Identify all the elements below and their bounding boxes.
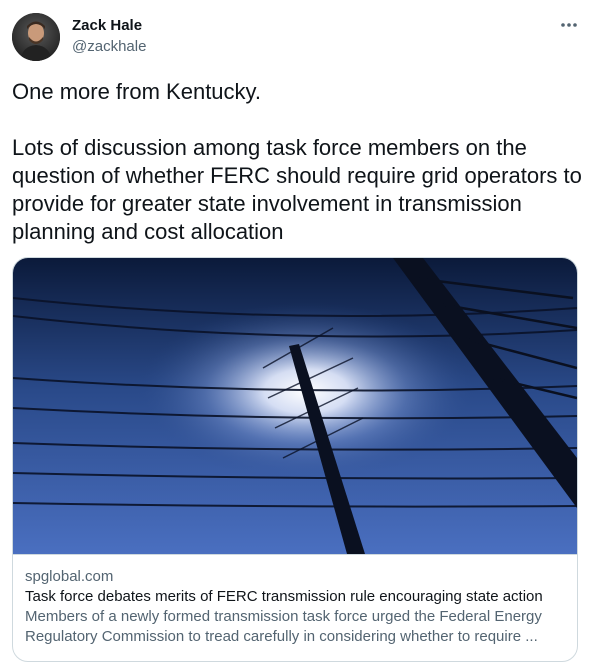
more-horizontal-icon [561,23,577,27]
avatar[interactable] [12,13,60,61]
tweet-text: One more from Kentucky. Lots of discussi… [12,78,582,246]
card-domain: spglobal.com [25,568,114,585]
author-name[interactable]: Zack Hale [72,16,146,36]
author-handle[interactable]: @zackhale [72,37,146,57]
tweet-text-line2: Lots of discussion among task force memb… [12,135,582,244]
card-title: Task force debates merits of FERC transm… [25,588,543,605]
card-description-line2: Regulatory Commission to tread carefully… [25,628,538,645]
link-preview-card[interactable]: spglobal.com Task force debates merits o… [12,257,578,662]
more-options-button[interactable] [556,14,582,36]
card-body: spglobal.com Task force debates merits o… [13,554,577,647]
tweet-text-line1: One more from Kentucky. [12,79,262,104]
card-description-line1: Members of a newly formed transmission t… [25,608,542,625]
tweet: Zack Hale @zackhale One more from Kentuc… [0,0,599,665]
author-info: Zack Hale @zackhale [72,16,146,57]
card-image [13,258,577,554]
avatar-image [12,13,60,61]
